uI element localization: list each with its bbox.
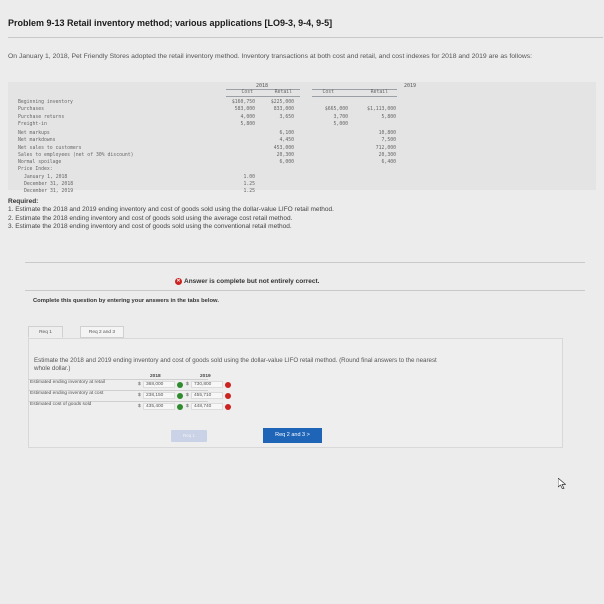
inventory-cell-r19: 7,500: [381, 138, 396, 143]
inventory-cell-r18: 453,000: [273, 146, 294, 151]
required-item-2: 2. Estimate the 2018 ending inventory an…: [8, 214, 293, 222]
problem-page: Problem 9-13 Retail inventory method; va…: [0, 0, 604, 604]
complete-prompt: Complete this question by entering your …: [33, 298, 219, 304]
error-x-icon: ✕: [175, 278, 182, 285]
inventory-cell-r18: 6,000: [279, 160, 294, 165]
dollar-sign: $: [138, 404, 141, 409]
problem-intro: On January 1, 2018, Pet Friendly Stores …: [8, 53, 533, 60]
answer-value: 730,800: [194, 382, 212, 387]
error-x-icon: [225, 404, 231, 410]
subheader-rule-2019: [312, 96, 397, 97]
inventory-cell-c19: 5,000: [333, 122, 348, 127]
inventory-row-label: Price Index:: [18, 167, 53, 172]
answer-value: 448,740: [194, 404, 212, 409]
answer-divider: [25, 262, 585, 263]
required-heading: Required:: [8, 198, 39, 205]
inventory-cell-r18: 3,650: [279, 115, 294, 120]
error-x-icon: [225, 382, 231, 388]
dollar-sign: $: [186, 382, 189, 387]
answer-value: 238,150: [146, 393, 164, 398]
inventory-cell-c18: 583,000: [234, 107, 255, 112]
answer-status-text: Answer is complete but not entirely corr…: [184, 278, 320, 286]
problem-title: Problem 9-13 Retail inventory method; va…: [8, 18, 333, 28]
check-icon: [177, 393, 183, 399]
inventory-cell-c18: 4,000: [240, 115, 255, 120]
inventory-cell-c19: 3,700: [333, 115, 348, 120]
inventory-cell-r18: 4,450: [279, 138, 294, 143]
inventory-cell-c18: 5,800: [240, 122, 255, 127]
required-item-3: 3. Estimate the 2018 ending inventory an…: [8, 222, 292, 230]
title-divider: [8, 37, 603, 38]
tab-req-2-and-3[interactable]: Req 2 and 3: [80, 326, 124, 338]
inventory-row-label: Purchase returns: [18, 115, 65, 120]
inventory-cell-r18: 6,100: [279, 131, 294, 136]
col-retail-2019: Retail: [370, 90, 388, 95]
inventory-row-label: Sales to employees (net of 30% discount): [18, 153, 134, 158]
col-retail-2018: Retail: [274, 90, 292, 95]
answer-row-label: Estimated ending inventory at cost: [30, 391, 104, 396]
inventory-cell-r19: 20,300: [378, 153, 396, 158]
inventory-row-label: January 1, 2018: [24, 175, 68, 180]
inventory-cell-r18: $225,000: [270, 100, 294, 105]
required-item-1: 1. Estimate the 2018 and 2019 ending inv…: [8, 206, 334, 214]
inventory-row-label: Net sales to customers: [18, 146, 82, 151]
inventory-cell-r19: 712,000: [375, 146, 396, 151]
inventory-data-table: 2018 2019 Cost Retail Cost Retail Beginn…: [8, 82, 596, 194]
error-x-icon: [225, 393, 231, 399]
inventory-cell-r19: 10,800: [378, 131, 396, 136]
status-divider: [25, 290, 585, 291]
inventory-cell-c18: $160,750: [231, 100, 255, 105]
dollar-sign: $: [138, 382, 141, 387]
year-2019-header: 2019: [404, 83, 417, 89]
inventory-cell-c18: 1.25: [243, 189, 255, 194]
check-icon: [177, 382, 183, 388]
inventory-row-label: Purchases: [18, 107, 44, 112]
inventory-row-label: December 31, 2019: [24, 189, 74, 194]
inventory-cell-c19: $665,000: [324, 107, 348, 112]
inventory-row-label: Normal spoilage: [18, 160, 62, 165]
inventory-cell-r18: 833,000: [273, 107, 294, 112]
answer-value: 455,710: [194, 393, 212, 398]
req1-instruction: Estimate the 2018 and 2019 ending invent…: [34, 357, 437, 373]
mouse-cursor-icon: [558, 478, 566, 489]
inventory-row-label: Net markups: [18, 131, 50, 136]
inventory-row-label: Beginning inventory: [18, 100, 73, 105]
answer-status: ✕ Answer is complete but not entirely cor…: [175, 278, 319, 285]
required-section: Required: 1. Estimate the 2018 and 2019 …: [8, 198, 568, 231]
inventory-cell-c18: 1.00: [243, 175, 255, 180]
inventory-cell-r19: 5,800: [381, 115, 396, 120]
inventory-cell-r18: 20,300: [276, 153, 294, 158]
answer-row-label: Estimated cost of goods sold: [30, 402, 92, 407]
col-cost-2019: Cost: [322, 90, 334, 95]
subheader-rule-2018: [226, 96, 300, 97]
dollar-sign: $: [186, 404, 189, 409]
dollar-sign: $: [138, 393, 141, 398]
dollar-sign: $: [186, 393, 189, 398]
inventory-cell-c18: 1.25: [243, 182, 255, 187]
check-icon: [177, 404, 183, 410]
inventory-cell-r19: $1,113,000: [367, 107, 396, 112]
answer-value: 368,000: [146, 382, 164, 387]
next-req-button[interactable]: Req 2 and 3 >: [263, 428, 322, 443]
inventory-cell-r19: 6,400: [381, 160, 396, 165]
col-cost-2018: Cost: [241, 90, 253, 95]
inventory-row-label: December 31, 2018: [24, 182, 74, 187]
inventory-row-label: Freight-in: [18, 122, 47, 127]
answer-row-label: Estimated ending inventory at retail: [30, 380, 105, 385]
tab-req-1[interactable]: Req 1: [28, 326, 63, 338]
answer-value: 435,400: [146, 404, 164, 409]
inventory-row-label: Net markdowns: [18, 138, 56, 143]
prev-req-button[interactable]: Req 1: [171, 430, 207, 442]
